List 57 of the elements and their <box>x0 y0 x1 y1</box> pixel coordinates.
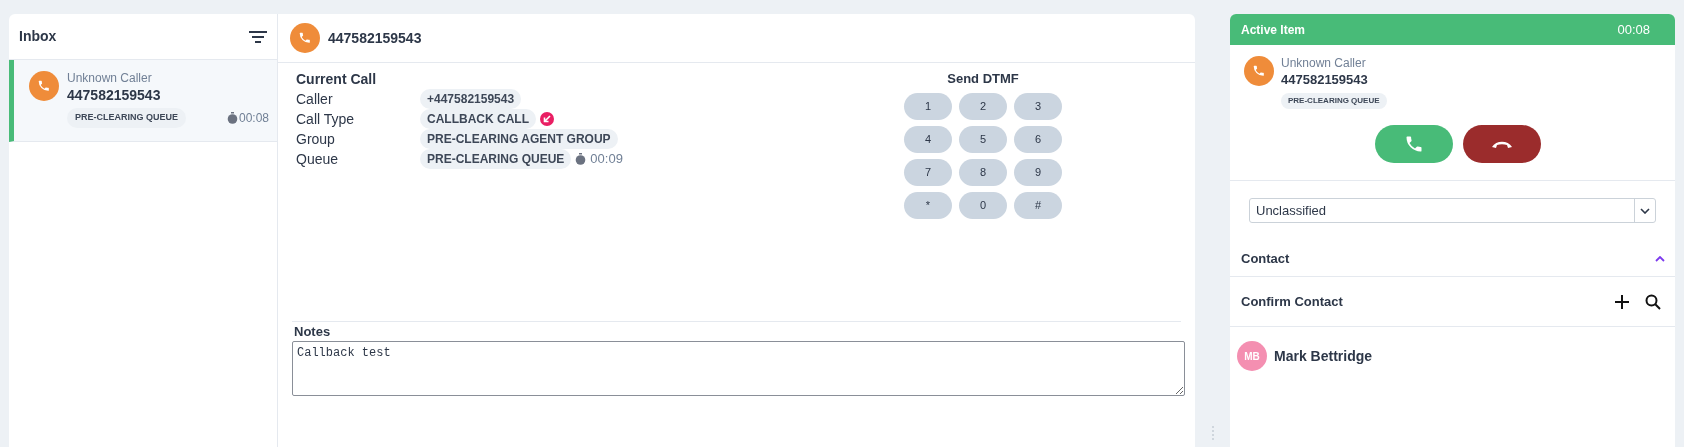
notes-label: Notes <box>293 323 332 341</box>
stopwatch-icon <box>575 153 587 165</box>
queue-badge: PRE-CLEARING QUEUE <box>67 108 186 128</box>
dial-key[interactable]: 4 <box>904 125 952 153</box>
hang-up-icon <box>1490 139 1513 149</box>
dial-key[interactable]: 7 <box>904 158 952 186</box>
caller-number: 447582159543 <box>67 86 162 104</box>
filter-icon[interactable] <box>249 30 267 43</box>
dial-key[interactable]: 5 <box>959 125 1007 153</box>
dial-key[interactable]: 9 <box>1014 158 1062 186</box>
queue-badge: PRE-CLEARING AGENT GROUP <box>420 129 618 149</box>
queue-badge: +447582159543 <box>420 89 522 109</box>
dial-key[interactable]: * <box>904 191 952 219</box>
header-title: Active Item <box>1241 21 1306 39</box>
notes-field[interactable]: Callback test <box>292 341 1185 396</box>
dtmf-title: Send DTMF <box>946 70 1020 88</box>
inbox-title: Inbox <box>19 27 57 46</box>
field-label: Call Type <box>296 109 356 129</box>
chevron-up-icon[interactable] <box>1655 255 1665 262</box>
phone-avatar-icon <box>29 71 59 101</box>
section-title: Contact <box>1241 249 1290 268</box>
field-label: Queue <box>296 149 340 169</box>
queue-badge: PRE-CLEARING QUEUE <box>420 149 572 169</box>
section-title: Current Call <box>296 70 378 89</box>
field-label: Caller <box>296 89 334 109</box>
queue-badge: PRE-CLEARING QUEUE <box>1281 93 1387 109</box>
contact-item[interactable]: MB Mark Bettridge <box>1230 327 1675 371</box>
dial-key[interactable]: 0 <box>959 191 1007 219</box>
inbox-item[interactable]: Unknown Caller 447582159543 PRE-CLEARING QUEUE 00:08 <box>9 60 277 142</box>
queue-badge: CALLBACK CALL <box>420 109 536 129</box>
caller-label: Unknown Caller <box>1281 56 1366 71</box>
phone-avatar-icon <box>290 23 320 53</box>
dial-key[interactable]: 6 <box>1014 125 1062 153</box>
hang-up-button[interactable] <box>1462 125 1541 163</box>
add-icon[interactable] <box>1615 294 1629 309</box>
caller-label: Unknown Caller <box>67 71 153 86</box>
stopwatch-icon <box>226 111 238 124</box>
dial-key[interactable]: 8 <box>959 158 1007 186</box>
contact-avatar: MB <box>1237 341 1267 371</box>
dial-key[interactable]: 1 <box>904 92 952 120</box>
header-timer: 00:08 <box>1617 20 1650 39</box>
call-number: 447582159543 <box>328 28 422 48</box>
search-icon[interactable] <box>1645 293 1661 310</box>
timer-text: 00:08 <box>238 109 269 127</box>
contact-name: Mark Bettridge <box>1274 346 1373 366</box>
field-label: Group <box>296 129 336 149</box>
incoming-arrow-icon <box>540 112 554 126</box>
dial-key[interactable]: 3 <box>1014 92 1062 120</box>
phone-avatar-icon <box>1244 56 1274 86</box>
section-title: Confirm Contact <box>1241 292 1343 311</box>
classification-dropdown[interactable]: Unclassified <box>1249 198 1656 223</box>
contact-section-header[interactable]: Contact <box>1230 241 1675 277</box>
dial-key[interactable]: # <box>1014 191 1062 219</box>
dial-key[interactable]: 2 <box>959 92 1007 120</box>
caller-number: 447582159543 <box>1281 71 1368 88</box>
grip-icon[interactable] <box>1210 425 1215 441</box>
timer-text: 00:09 <box>590 150 623 169</box>
